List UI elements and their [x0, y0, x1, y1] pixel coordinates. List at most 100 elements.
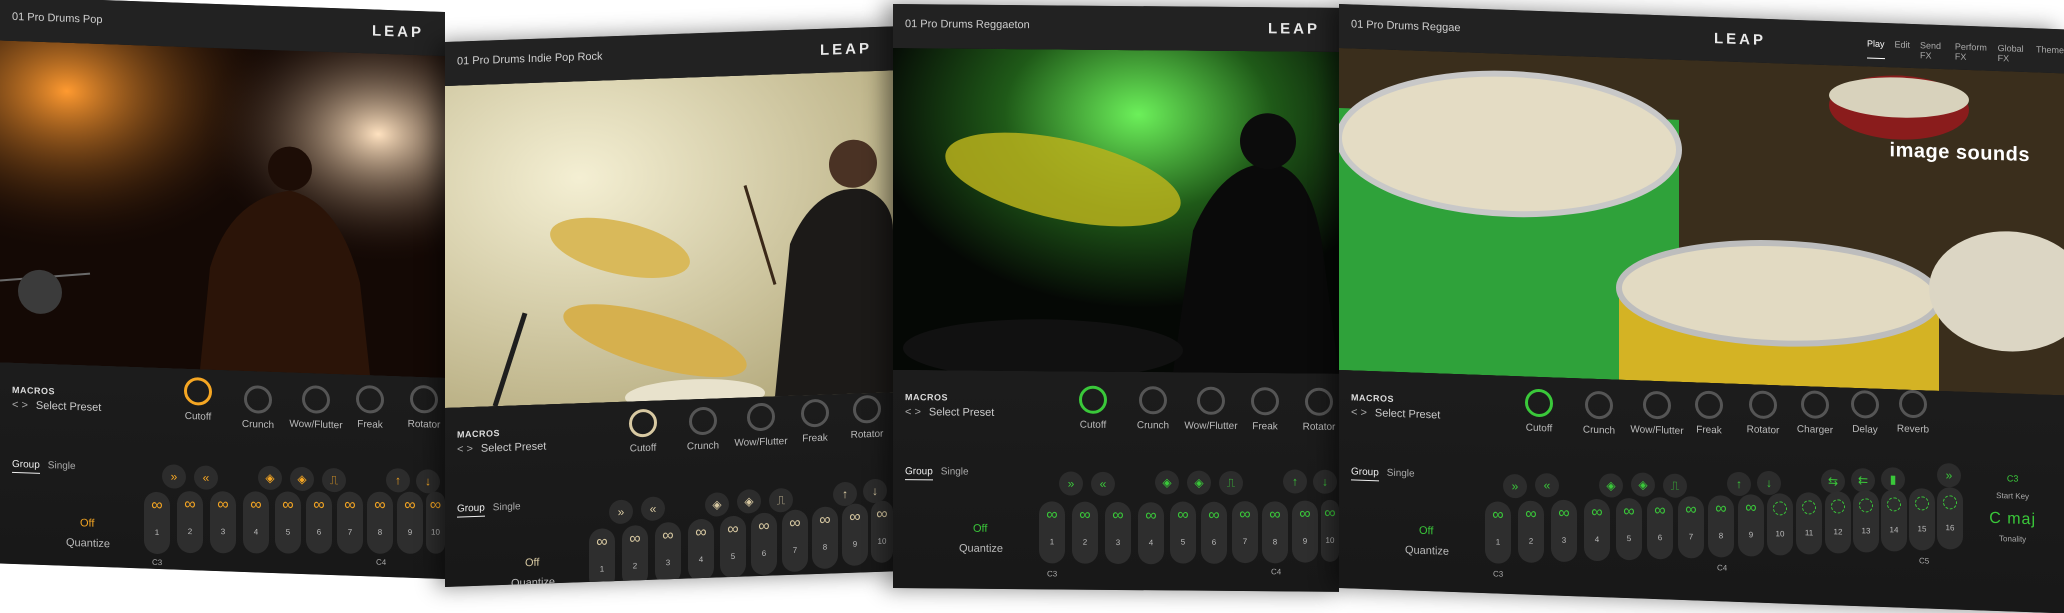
pad-9[interactable]: ∞ 9 [1738, 493, 1764, 557]
forward-icon[interactable]: » [1503, 473, 1527, 499]
pad-3[interactable]: ∞ 3 [1105, 501, 1131, 565]
pad-4[interactable]: ∞ 4 [1584, 498, 1610, 562]
knob-crunch[interactable]: Crunch [1123, 386, 1183, 432]
arrow-down-icon[interactable]: ↓ [1313, 469, 1337, 494]
pad-2[interactable]: ∞ 2 [622, 524, 648, 588]
pad-10[interactable]: 10 [1767, 492, 1793, 556]
quantize-value[interactable]: Off [525, 557, 539, 570]
pad-3[interactable]: ∞ 3 [1551, 499, 1577, 563]
knob-wow-flutter[interactable]: Wow/Flutter [731, 402, 791, 449]
tab-global-fx[interactable]: Global FX [1998, 43, 2026, 64]
select-preset[interactable]: < > Select Preset [905, 406, 994, 419]
preset-arrows-icon[interactable]: < > [905, 406, 921, 418]
stop-icon[interactable]: ▮ [1881, 466, 1905, 492]
tab-edit[interactable]: Edit [1895, 39, 1911, 60]
pad-14[interactable]: 14 [1881, 488, 1907, 552]
knob-cutoff[interactable]: Cutoff [613, 408, 673, 455]
single-tab[interactable]: Single [941, 466, 969, 477]
tab-send-fx[interactable]: Send FX [1920, 40, 1945, 61]
pad-5[interactable]: ∞ 5 [1170, 501, 1196, 564]
tab-theme[interactable]: Theme [2036, 44, 2064, 65]
knob-cutoff[interactable]: Cutoff [1063, 385, 1123, 431]
knob-rotator[interactable]: Rotator [837, 394, 893, 441]
pattern-a-icon[interactable]: ◈ [1599, 473, 1623, 498]
knob-wow-flutter[interactable]: Wow/Flutter [286, 384, 346, 431]
pad-3[interactable]: ∞ 3 [655, 521, 681, 585]
pad-7[interactable]: ∞ 7 [1678, 495, 1704, 559]
pattern-a-icon[interactable]: ◈ [258, 465, 282, 491]
group-tab[interactable]: Group [905, 466, 933, 481]
pad-6[interactable]: ∞ 6 [306, 491, 332, 555]
pad-8[interactable]: ∞ 8 [367, 491, 393, 555]
arrow-up-icon[interactable]: ↑ [1727, 471, 1751, 497]
pad-7[interactable]: ∞ 7 [1232, 500, 1258, 564]
pad-1[interactable]: ∞ 1 [1485, 501, 1511, 565]
knob-wow-flutter[interactable]: Wow/Flutter [1627, 390, 1687, 437]
pad-9[interactable]: ∞ 9 [842, 503, 868, 567]
group-tab[interactable]: Group [1351, 466, 1379, 482]
tab-play[interactable]: Play [1867, 38, 1885, 60]
single-tab[interactable]: Single [493, 501, 521, 513]
select-preset[interactable]: < > Select Preset [12, 399, 101, 414]
pad-2[interactable]: ∞ 2 [1518, 500, 1544, 564]
pad-6[interactable]: ∞ 6 [1647, 496, 1673, 560]
pad-1[interactable]: ∞ 1 [144, 491, 170, 555]
pad-16[interactable]: 16 [1937, 486, 1963, 550]
preset-arrows-icon[interactable]: < > [12, 399, 28, 412]
forward-icon[interactable]: » [162, 464, 186, 489]
knob-freak[interactable]: Freak [1679, 390, 1739, 437]
single-tab[interactable]: Single [48, 460, 76, 472]
knob-wow-flutter[interactable]: Wow/Flutter [1181, 386, 1241, 433]
preset-arrows-icon[interactable]: < > [457, 443, 473, 456]
start-key-value[interactable]: C3 [1989, 473, 2036, 485]
pad-4[interactable]: ∞ 4 [243, 490, 269, 554]
pad-5[interactable]: ∞ 5 [1616, 497, 1642, 561]
pattern-b-icon[interactable]: ◈ [290, 466, 314, 492]
envelope-icon[interactable]: ⎍ [1219, 470, 1243, 496]
pad-12[interactable]: 12 [1825, 490, 1851, 554]
reverse-icon[interactable]: ⇇ [1851, 467, 1875, 493]
pad-8[interactable]: ∞ 8 [812, 506, 838, 570]
pad-10[interactable]: ∞ 10 [1321, 499, 1339, 562]
pattern-a-icon[interactable]: ◈ [1155, 470, 1179, 495]
pattern-b-icon[interactable]: ◈ [1631, 472, 1655, 498]
pad-9[interactable]: ∞ 9 [397, 491, 423, 555]
knob-cutoff[interactable]: Cutoff [1509, 388, 1569, 435]
pad-8[interactable]: ∞ 8 [1708, 494, 1734, 558]
pad-13[interactable]: 13 [1853, 489, 1879, 553]
pattern-a-icon[interactable]: ◈ [705, 492, 729, 517]
arrow-down-icon[interactable]: ↓ [1757, 470, 1781, 496]
knob-reverb[interactable]: Reverb [1883, 389, 1943, 436]
knob-rotator[interactable]: Rotator [394, 384, 445, 431]
single-tab[interactable]: Single [1387, 468, 1415, 480]
pad-7[interactable]: ∞ 7 [337, 491, 363, 555]
quantize-value[interactable]: Off [80, 517, 94, 530]
pad-2[interactable]: ∞ 2 [1072, 501, 1098, 564]
knob-crunch[interactable]: Crunch [1569, 390, 1629, 437]
backward-icon[interactable]: « [194, 465, 218, 491]
forward-icon[interactable]: » [1059, 471, 1083, 496]
pad-8[interactable]: ∞ 8 [1262, 501, 1288, 564]
pattern-b-icon[interactable]: ◈ [737, 488, 761, 514]
pad-6[interactable]: ∞ 6 [751, 512, 777, 576]
pad-5[interactable]: ∞ 5 [720, 515, 746, 579]
pad-10[interactable]: ∞ 10 [426, 491, 445, 554]
pad-4[interactable]: ∞ 4 [1138, 502, 1164, 565]
arrow-down-icon[interactable]: ↓ [863, 478, 887, 504]
pad-10[interactable]: ∞ 10 [871, 500, 893, 564]
arrow-up-icon[interactable]: ↑ [1283, 469, 1307, 494]
pad-1[interactable]: ∞ 1 [1039, 501, 1065, 564]
pad-4[interactable]: ∞ 4 [688, 518, 714, 582]
arrow-up-icon[interactable]: ↑ [386, 467, 410, 493]
swap-icon[interactable]: ⇆ [1821, 468, 1845, 494]
pad-2[interactable]: ∞ 2 [177, 490, 203, 554]
knob-freak[interactable]: Freak [1235, 387, 1295, 433]
pad-3[interactable]: ∞ 3 [210, 490, 236, 554]
select-preset[interactable]: < > Select Preset [457, 440, 546, 455]
select-preset[interactable]: < > Select Preset [1351, 406, 1440, 421]
pad-9[interactable]: ∞ 9 [1292, 500, 1318, 563]
tab-perform-fx[interactable]: Perform FX [1955, 42, 1988, 63]
knob-freak[interactable]: Freak [340, 384, 400, 431]
pad-6[interactable]: ∞ 6 [1201, 501, 1227, 564]
pad-15[interactable]: 15 [1909, 487, 1935, 551]
